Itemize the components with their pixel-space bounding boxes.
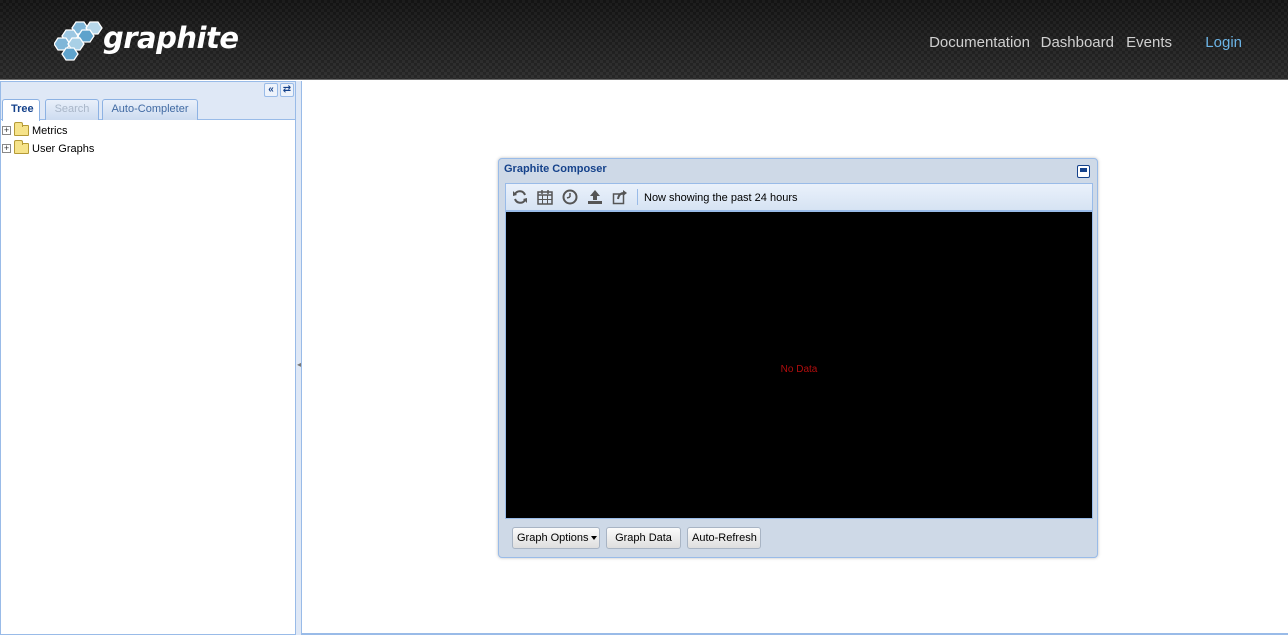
composer-title: Graphite Composer (504, 163, 607, 175)
sidebar-splitter[interactable]: ◂ (296, 81, 302, 635)
chevron-down-icon (590, 536, 597, 541)
sidebar-header: « ⇄ (1, 82, 295, 98)
auto-refresh-button[interactable]: Auto-Refresh (687, 527, 761, 549)
nav-login-link[interactable]: Login (1205, 34, 1242, 51)
hexagon-cluster-icon (54, 21, 103, 61)
nav-documentation-link[interactable]: Documentation (929, 34, 1030, 51)
graphite-composer-window: Graphite Composer Now showing the past 2… (498, 158, 1098, 558)
sidebar-panel: « ⇄ Tree Search Auto-Completer + Metrics… (0, 81, 296, 635)
tree-node-metrics[interactable]: + Metrics (1, 122, 295, 140)
no-data-label: No Data (780, 364, 818, 375)
refresh-tree-icon[interactable]: ⇄ (280, 83, 294, 97)
calendar-icon[interactable] (536, 189, 554, 207)
nav-events-link[interactable]: Events (1126, 34, 1172, 51)
graph-image[interactable]: No Data (505, 211, 1093, 519)
folder-icon (14, 140, 29, 154)
expand-icon[interactable]: + (2, 126, 11, 135)
minimize-window-icon[interactable] (1077, 165, 1090, 178)
folder-icon (14, 122, 29, 136)
tab-auto-completer[interactable]: Auto-Completer (102, 99, 198, 120)
tree-node-label: User Graphs (32, 143, 95, 155)
graph-options-button[interactable]: Graph Options (512, 527, 600, 549)
time-range-text: Now showing the past 24 hours (644, 192, 798, 204)
tab-tree[interactable]: Tree (2, 99, 40, 121)
clock-icon[interactable] (561, 189, 579, 207)
collapse-arrow-icon[interactable]: ◂ (297, 360, 301, 369)
tree-node-label: Metrics (32, 125, 68, 137)
share-icon[interactable] (611, 189, 629, 207)
refresh-icon[interactable] (511, 189, 529, 207)
composer-toolbar: Now showing the past 24 hours (505, 183, 1093, 211)
upload-icon[interactable] (586, 189, 604, 207)
logo-text: graphite (103, 21, 239, 55)
top-header: graphite Documentation Dashboard Events … (0, 0, 1288, 80)
nav-dashboard-link[interactable]: Dashboard (1041, 34, 1114, 51)
graphite-logo[interactable]: graphite (54, 20, 239, 62)
sidebar-tabs: Tree Search Auto-Completer (1, 98, 295, 121)
graph-data-button[interactable]: Graph Data (606, 527, 681, 549)
tree-node-user-graphs[interactable]: + User Graphs (1, 140, 295, 158)
metric-tree: + Metrics + User Graphs (1, 120, 295, 158)
expand-icon[interactable]: + (2, 144, 11, 153)
toolbar-separator (637, 189, 638, 205)
collapse-icon[interactable]: « (264, 83, 278, 97)
tab-search: Search (45, 99, 99, 120)
graph-options-label: Graph Options (517, 532, 589, 544)
